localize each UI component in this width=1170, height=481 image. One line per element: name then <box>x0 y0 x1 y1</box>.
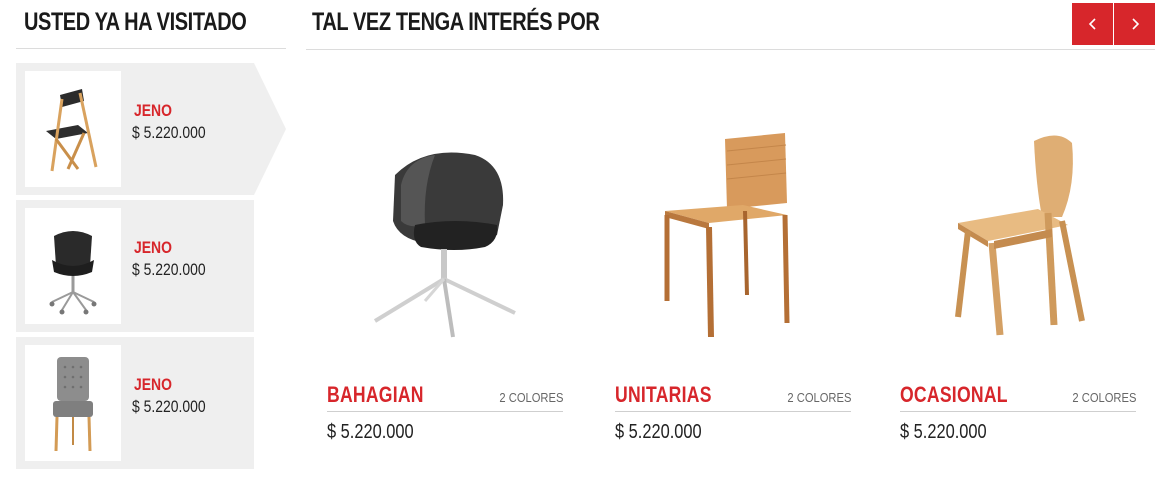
product-colors: 2 COLORES <box>1071 390 1136 405</box>
visited-divider <box>16 48 286 49</box>
product-image[interactable] <box>327 110 563 360</box>
plywood-chair-icon <box>955 135 1085 336</box>
product-price: $ 5.220.000 <box>900 421 987 443</box>
visited-item[interactable]: JENO $ 5.220.000 <box>16 63 286 195</box>
carousel-next-button[interactable] <box>1114 3 1155 45</box>
interest-section: TAL VEZ TENGA INTERÉS POR BAHAGIAN 2 COL… <box>306 0 1155 481</box>
visited-item-thumbnail[interactable] <box>25 71 121 187</box>
product-card[interactable]: UNITARIAS 2 COLORES $ 5.220.000 <box>615 110 851 450</box>
upholstered-chair-icon <box>53 357 93 452</box>
carousel-prev-button[interactable] <box>1072 3 1113 45</box>
chevron-left-icon <box>1088 18 1096 30</box>
product-divider <box>900 411 1136 412</box>
visited-item-price: $ 5.220.000 <box>132 260 206 279</box>
visited-item-name[interactable]: JENO <box>134 375 172 395</box>
product-card[interactable]: OCASIONAL 2 COLORES $ 5.220.000 <box>900 110 1136 450</box>
visited-section: USTED YA HA VISITADO JENO $ 5.220.000 JE… <box>16 0 286 481</box>
visited-item[interactable]: JENO $ 5.220.000 <box>16 337 254 469</box>
swivel-chair-icon <box>49 231 97 315</box>
chevron-right-icon <box>1131 18 1139 30</box>
product-image[interactable] <box>900 110 1136 360</box>
visited-item-price: $ 5.220.000 <box>132 397 206 416</box>
product-price: $ 5.220.000 <box>615 421 702 443</box>
visited-item-price: $ 5.220.000 <box>132 123 206 142</box>
product-price: $ 5.220.000 <box>327 421 414 443</box>
product-name[interactable]: OCASIONAL <box>900 382 1008 408</box>
folding-wood-chair-icon <box>46 89 98 172</box>
interest-title: TAL VEZ TENGA INTERÉS POR <box>312 8 600 36</box>
visited-item-thumbnail[interactable] <box>25 345 121 461</box>
visited-item-thumbnail[interactable] <box>25 208 121 324</box>
product-colors: 2 COLORES <box>786 390 851 405</box>
interest-divider <box>306 49 1155 50</box>
product-divider <box>615 411 851 412</box>
visited-item[interactable]: JENO $ 5.220.000 <box>16 200 254 332</box>
product-divider <box>327 411 563 412</box>
wood-chair-icon <box>664 133 790 338</box>
visited-item-name[interactable]: JENO <box>134 238 172 258</box>
visited-item-name[interactable]: JENO <box>134 101 172 121</box>
visited-title: USTED YA HA VISITADO <box>24 8 247 36</box>
product-card[interactable]: BAHAGIAN 2 COLORES $ 5.220.000 <box>327 110 563 450</box>
product-name[interactable]: UNITARIAS <box>615 382 712 408</box>
product-name[interactable]: BAHAGIAN <box>327 382 424 408</box>
product-image[interactable] <box>615 110 851 360</box>
product-colors: 2 COLORES <box>498 390 563 405</box>
shell-armchair-icon <box>373 152 516 338</box>
